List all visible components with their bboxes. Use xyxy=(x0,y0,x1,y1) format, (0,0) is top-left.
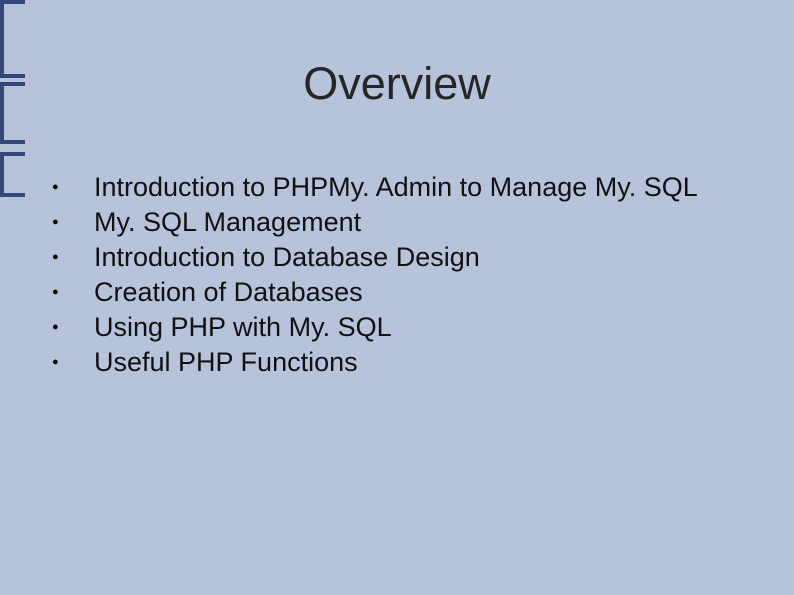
list-item: Introduction to Database Design xyxy=(30,240,764,275)
list-item-text: My. SQL Management xyxy=(94,207,361,237)
list-item-text: Useful PHP Functions xyxy=(94,347,358,377)
decoration-bracket-3 xyxy=(0,152,25,197)
list-item: Useful PHP Functions xyxy=(30,345,764,380)
slide-content: Introduction to PHPMy. Admin to Manage M… xyxy=(30,170,764,381)
bullet-list: Introduction to PHPMy. Admin to Manage M… xyxy=(30,170,764,381)
list-item: Creation of Databases xyxy=(30,275,764,310)
list-item-text: Using PHP with My. SQL xyxy=(94,312,392,342)
list-item: Using PHP with My. SQL xyxy=(30,310,764,345)
list-item: Introduction to PHPMy. Admin to Manage M… xyxy=(30,170,764,205)
list-item-text: Introduction to PHPMy. Admin to Manage M… xyxy=(94,172,698,202)
slide-title: Overview xyxy=(0,58,794,110)
list-item-text: Creation of Databases xyxy=(94,277,363,307)
list-item-text: Introduction to Database Design xyxy=(94,242,480,272)
list-item: My. SQL Management xyxy=(30,205,764,240)
